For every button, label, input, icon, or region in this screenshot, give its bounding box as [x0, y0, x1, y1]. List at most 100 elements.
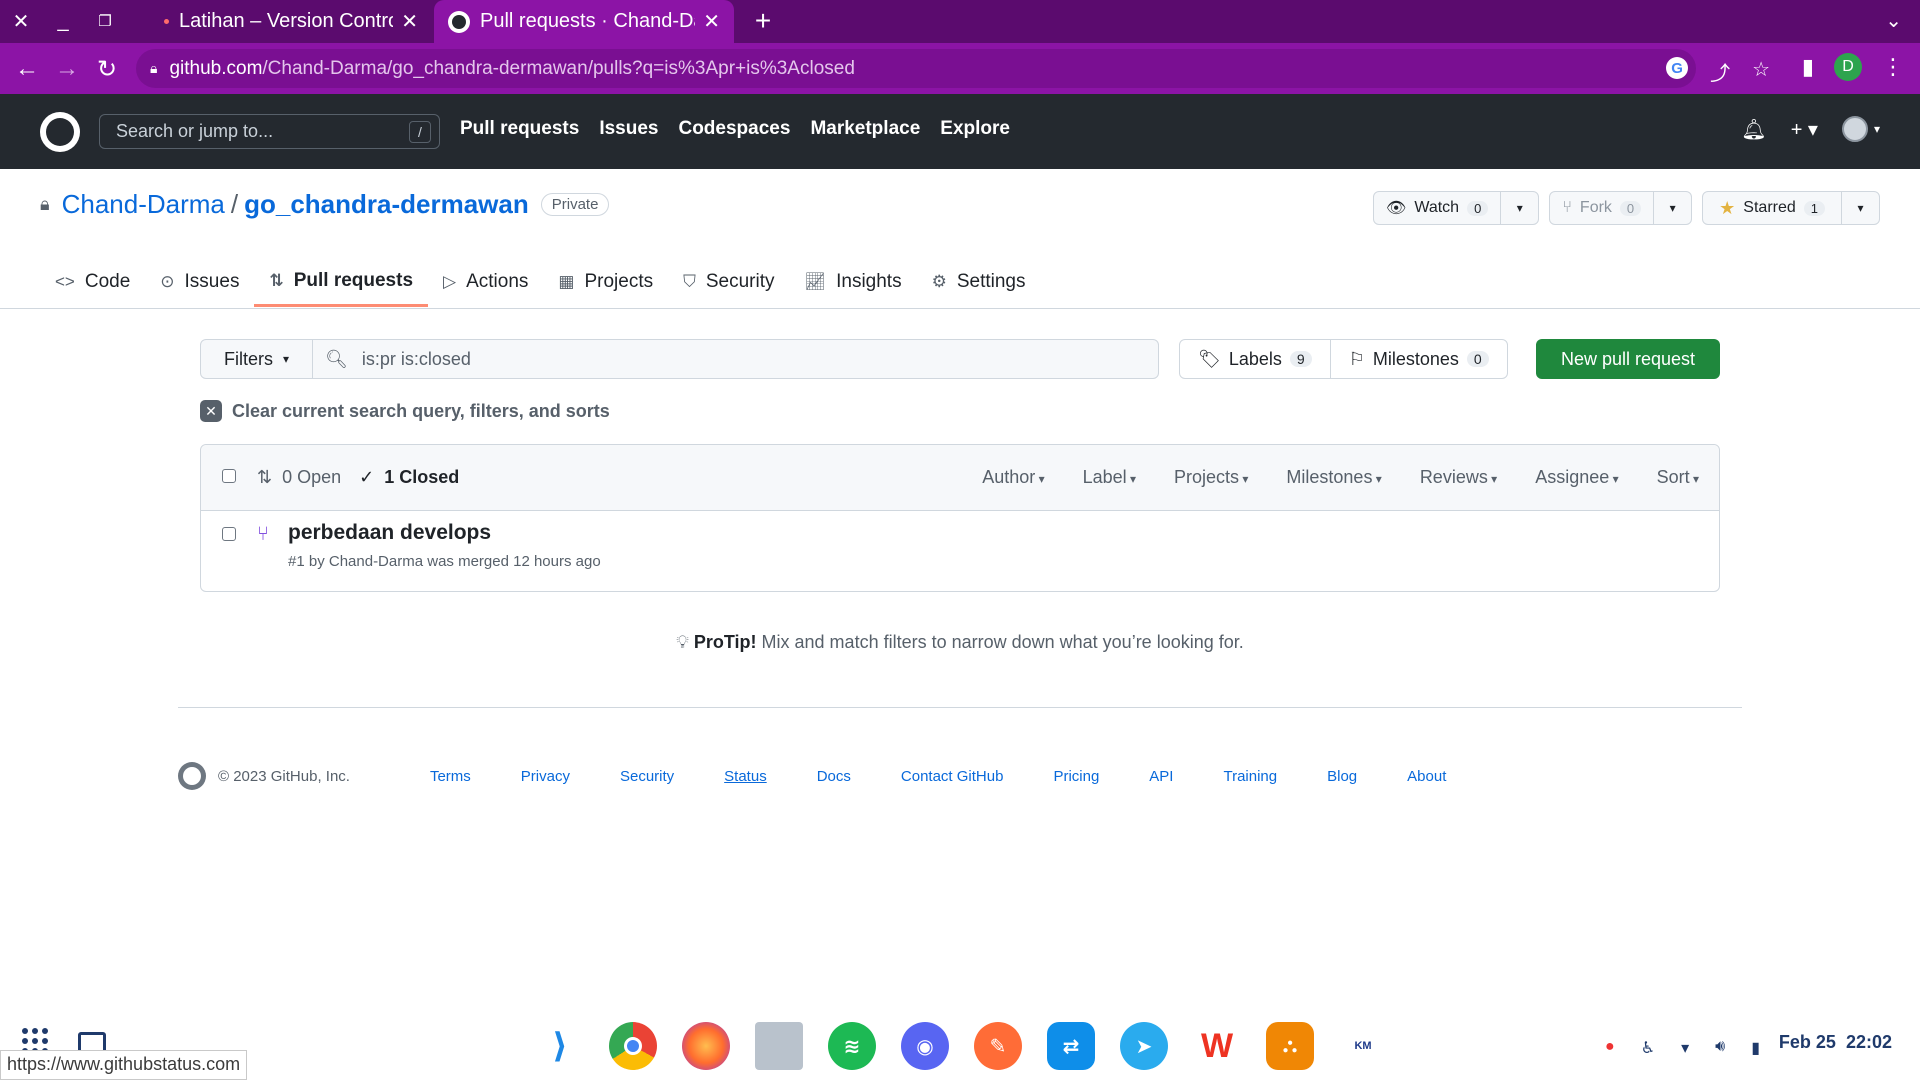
footer-link-pricing[interactable]: Pricing — [1053, 768, 1099, 785]
forward-icon[interactable]: → — [52, 54, 82, 84]
repo-name-link[interactable]: go_chandra-dermawan — [244, 189, 529, 220]
footer-link-terms[interactable]: Terms — [430, 768, 471, 785]
restore-icon[interactable]: ❐ — [92, 8, 118, 34]
row-checkbox[interactable] — [222, 527, 236, 541]
tab-label: Code — [84, 271, 131, 292]
bookmark-star-icon[interactable]: ☆ — [1752, 57, 1770, 86]
search-placeholder: Search or jump to... — [116, 121, 274, 141]
tab-close-icon[interactable]: ✕ — [401, 9, 418, 34]
firefox-icon[interactable] — [682, 1022, 730, 1070]
github-logo-icon[interactable] — [40, 112, 80, 152]
author-filter[interactable]: Author — [982, 467, 1044, 488]
bell-icon[interactable]: 🔔︎ — [1741, 117, 1766, 142]
fork-button[interactable]: ⑂ Fork 0 — [1550, 192, 1653, 224]
watch-button[interactable]: 👁︎ Watch 0 — [1374, 192, 1500, 224]
address-bar[interactable]: 🔒︎ github.com/Chand-Darma/go_chandra-der… — [136, 49, 1696, 88]
pr-search-input[interactable]: 🔍︎ is:pr is:closed — [312, 339, 1159, 379]
minimize-icon[interactable]: _ — [50, 8, 76, 34]
vscode-icon[interactable]: ⟩ — [536, 1022, 584, 1070]
open-filter-link[interactable]: ⇅ 0 Open — [257, 467, 341, 488]
closed-filter-link[interactable]: ✓ 1 Closed — [359, 467, 459, 488]
drawio-icon[interactable]: ⛬ — [1266, 1022, 1314, 1070]
profile-avatar[interactable]: D — [1834, 53, 1862, 81]
wifi-icon[interactable]: ▾ — [1681, 1038, 1689, 1058]
milestone-icon: ⚐ — [1348, 348, 1365, 369]
browser-menu-icon[interactable]: ⋮ — [1882, 54, 1904, 80]
assignee-filter[interactable]: Assignee — [1535, 467, 1618, 488]
share-icon[interactable]: ⤴ — [1710, 57, 1730, 86]
reload-icon[interactable]: ↻ — [92, 54, 122, 84]
fork-dropdown-caret-icon[interactable]: ▾ — [1653, 192, 1691, 224]
footer-link-api[interactable]: API — [1149, 768, 1173, 785]
chrome-icon[interactable] — [609, 1022, 657, 1070]
create-new-icon[interactable]: + ▾ — [1791, 117, 1818, 142]
reviews-filter[interactable]: Reviews — [1420, 467, 1497, 488]
footer-link-blog[interactable]: Blog — [1327, 768, 1357, 785]
nav-codespaces[interactable]: Codespaces — [678, 118, 790, 140]
wps-office-icon[interactable]: W — [1193, 1022, 1241, 1070]
back-icon[interactable]: ← — [12, 54, 42, 84]
footer-link-contact[interactable]: Contact GitHub — [901, 768, 1004, 785]
footer-link-docs[interactable]: Docs — [817, 768, 851, 785]
new-pull-request-button[interactable]: New pull request — [1536, 339, 1720, 379]
select-all-checkbox[interactable] — [222, 469, 236, 483]
tab-issues[interactable]: ⊙ Issues — [145, 257, 254, 307]
visibility-badge: Private — [540, 193, 610, 216]
tab-insights[interactable]: 📈︎ Insights — [790, 257, 917, 307]
labels-button[interactable]: 🏷︎ Labels 9 — [1180, 340, 1330, 378]
tab-title: Latihan – Version Control — [179, 10, 394, 32]
milestones-filter[interactable]: Milestones — [1286, 467, 1381, 488]
files-icon[interactable] — [755, 1022, 803, 1070]
browser-tab-pull-requests[interactable]: Pull requests · Chand-Darma ✕ — [434, 0, 734, 43]
pr-title-link[interactable]: perbedaan develops — [288, 521, 491, 545]
nav-pull-requests[interactable]: Pull requests — [460, 118, 579, 140]
postman-icon[interactable]: ✎ — [974, 1022, 1022, 1070]
footer-link-status[interactable]: Status — [724, 768, 767, 785]
sort-filter[interactable]: Sort — [1657, 467, 1699, 488]
tab-security[interactable]: ⛉ Security — [668, 257, 789, 307]
projects-filter[interactable]: Projects — [1174, 467, 1248, 488]
footer-link-security[interactable]: Security — [620, 768, 674, 785]
tab-close-icon[interactable]: ✕ — [703, 9, 720, 34]
telegram-icon[interactable]: ➤ — [1120, 1022, 1168, 1070]
notification-dot-icon — [164, 19, 169, 24]
battery-icon[interactable]: ▮ — [1751, 1038, 1760, 1058]
tab-search-chevron-icon[interactable]: ⌄ — [1885, 8, 1902, 33]
volume-icon[interactable]: 🔊︎ — [1715, 1038, 1725, 1058]
footer-link-privacy[interactable]: Privacy — [521, 768, 570, 785]
new-tab-icon[interactable]: + — [748, 5, 778, 36]
footer-link-about[interactable]: About — [1407, 768, 1446, 785]
tab-code[interactable]: <> Code — [40, 257, 145, 307]
nav-explore[interactable]: Explore — [940, 118, 1010, 140]
system-clock[interactable]: Feb 25 22:02 — [1779, 1032, 1892, 1053]
tab-actions[interactable]: ▷ Actions — [428, 257, 543, 307]
starred-button[interactable]: ★ Starred 1 — [1703, 192, 1841, 224]
clear-filters-link[interactable]: ✕ Clear current search query, filters, a… — [200, 400, 610, 422]
milestones-button[interactable]: ⚐ Milestones 0 — [1329, 340, 1507, 378]
spotify-icon[interactable]: ≋ — [828, 1022, 876, 1070]
discord-icon[interactable]: ◉ — [901, 1022, 949, 1070]
github-logo-icon[interactable] — [178, 762, 206, 790]
close-window-icon[interactable]: ✕ — [8, 8, 34, 34]
kampus-merdeka-icon[interactable]: KM — [1339, 1022, 1387, 1070]
label-filter[interactable]: Label — [1083, 467, 1136, 488]
google-lens-icon[interactable]: G — [1666, 57, 1689, 79]
browser-tab-latihan[interactable]: Latihan – Version Control ✕ — [142, 0, 432, 43]
teamviewer-icon[interactable]: ⇄ — [1047, 1022, 1095, 1070]
star-dropdown-caret-icon[interactable]: ▾ — [1841, 192, 1879, 224]
search-input[interactable]: Search or jump to... / — [99, 114, 440, 149]
watch-dropdown-caret-icon[interactable]: ▾ — [1500, 192, 1538, 224]
tab-projects[interactable]: ▦ Projects — [543, 257, 668, 307]
repo-owner-link[interactable]: Chand-Darma — [62, 189, 225, 220]
star-filled-icon: ★ — [1719, 197, 1736, 218]
filters-dropdown[interactable]: Filters ▾ — [200, 339, 313, 379]
tab-settings[interactable]: ⚙ Settings — [917, 257, 1041, 307]
nav-marketplace[interactable]: Marketplace — [810, 118, 920, 140]
side-panel-icon[interactable]: ▮ — [1802, 54, 1814, 80]
recording-icon[interactable]: ● — [1605, 1038, 1615, 1058]
user-menu[interactable]: ▾ — [1841, 116, 1880, 142]
nav-issues[interactable]: Issues — [599, 118, 658, 140]
footer-link-training[interactable]: Training — [1223, 768, 1277, 785]
accessibility-icon[interactable]: ♿︎ — [1641, 1038, 1655, 1058]
tab-pull-requests[interactable]: ⇅ Pull requests — [254, 257, 429, 307]
